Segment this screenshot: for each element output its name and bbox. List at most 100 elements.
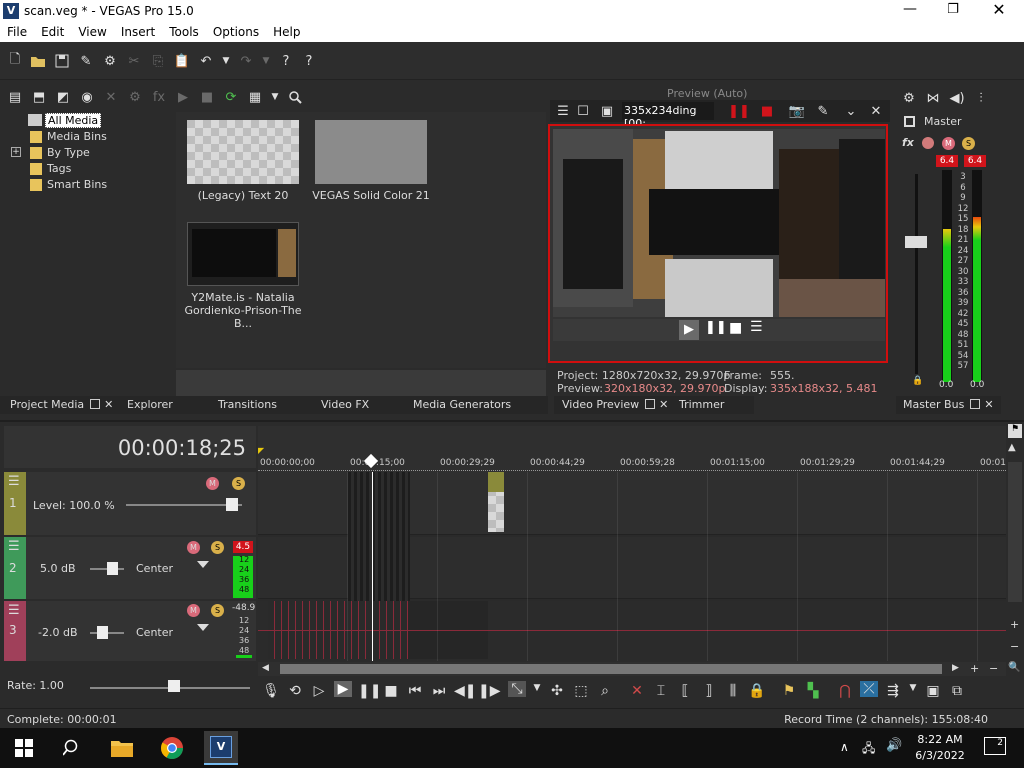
track-menu-icon[interactable]: ☰ [8,474,20,489]
marker-icon[interactable]: ◤ [258,446,264,455]
volume-slider-handle[interactable] [107,562,118,575]
solo-icon[interactable]: S [211,541,224,554]
track-pan[interactable]: Center [136,626,173,639]
chevron-down-icon[interactable]: ⌄ [842,102,860,120]
paste-icon[interactable]: 📋 [173,52,191,70]
menu-options[interactable]: Options [206,22,266,39]
close-window-button[interactable]: ✕ [989,0,1009,20]
undo-icon[interactable]: ↶ [197,52,215,70]
tree-item-by-type[interactable]: By Type [47,146,90,159]
pause-red-icon[interactable]: ❚❚ [728,102,750,120]
gear-icon[interactable]: ⚙ [900,89,918,107]
expand-icon[interactable]: + [11,147,21,157]
normal-edit-tool-icon[interactable]: ⤡ [508,681,526,697]
preview-quality[interactable]: Preview (Auto) [667,87,747,100]
trim-end-icon[interactable]: ⟧ [700,683,718,699]
whats-this-help-icon[interactable]: ? [300,52,318,70]
trim-icon[interactable]: ⌶ [652,683,670,699]
remove-media-icon[interactable]: ✕ [102,88,120,106]
preview-menu-icon[interactable]: ☰ [750,319,763,335]
undo-dropdown-icon[interactable]: ▼ [217,52,235,70]
zoom-in-icon[interactable]: + [970,662,979,675]
show-hidden-icons-icon[interactable]: ∧ [840,740,849,754]
properties-gear-icon[interactable]: ⚙ [101,52,119,70]
loop-playback-icon[interactable]: ⟲ [286,683,304,699]
play-from-start-icon[interactable]: ▷ [310,683,328,699]
track-volume[interactable]: -2.0 dB [38,626,78,639]
save-icon[interactable] [53,52,71,70]
undock-icon[interactable] [90,399,101,409]
pan-indicator-icon[interactable] [197,624,209,631]
mute-icon[interactable]: M [206,477,219,490]
zoom-tool-icon[interactable]: 🔍 [1008,662,1020,673]
play-preview-button[interactable]: ▶ [679,320,699,340]
position-field[interactable]: 335x234ding [00: [622,102,714,130]
auto-crossfade-icon[interactable]: ⤫ [860,681,878,697]
scroll-right-icon[interactable]: ▶ [952,663,959,673]
media-thumbnail-legacy-text[interactable] [187,120,299,184]
get-web-media-icon[interactable]: ◉ [78,88,96,106]
windows-start-icon[interactable] [10,734,38,762]
copy-icon[interactable]: ⎘ [149,52,167,70]
lock-icon[interactable]: 🔒 [748,683,766,699]
rate-slider-handle[interactable] [168,680,180,692]
tree-item-tags[interactable]: Tags [47,162,71,175]
ripple-dropdown-icon[interactable]: ▼ [904,683,922,693]
preview-fx-icon[interactable]: ▣ [598,102,616,120]
solo-icon[interactable]: S [232,477,245,490]
tab-media-generators[interactable]: Media Generators [413,398,511,411]
lock-icon[interactable]: 🔒 [912,376,923,386]
speaker-icon[interactable]: ◀) [948,89,966,107]
network-icon[interactable]: 🖧 [862,739,875,760]
notifications-icon[interactable]: 2 [984,737,1006,755]
get-media-icon[interactable]: ◩ [54,88,72,106]
master-fader-handle[interactable] [905,236,927,248]
previous-frame-icon[interactable]: ◀❚ [454,683,477,699]
tree-item-media-bins[interactable]: Media Bins [47,130,107,143]
open-folder-icon[interactable] [29,52,47,70]
pause-icon[interactable]: ❚❚ [358,683,381,699]
file-explorer-icon[interactable] [108,734,136,762]
peak-left[interactable]: 6.4 [936,155,958,167]
media-properties-icon[interactable]: ⚙ [126,88,144,106]
undock-icon[interactable] [970,399,981,409]
media-thumbnail-video[interactable] [187,222,299,286]
close-icon[interactable]: ✕ [984,398,993,411]
zoom-in-vertical-icon[interactable]: + [1010,618,1019,631]
stop-red-icon[interactable]: ■ [758,102,776,120]
media-scroll-area[interactable] [176,370,546,396]
pause-preview-button[interactable]: ❚❚ [705,320,727,335]
track-menu-icon[interactable]: ☰ [8,539,20,554]
redo-icon[interactable]: ↷ [237,52,255,70]
tab-project-media[interactable]: Project Media ✕ [10,398,113,411]
marker-flag-icon[interactable]: ⚑ [1008,424,1022,438]
track-volume[interactable]: 5.0 dB [40,562,76,575]
solo-icon[interactable]: S [962,137,975,150]
zoom-edit-tool-icon[interactable]: ⌕ [596,683,614,699]
trim-start-icon[interactable]: ⟦ [676,683,694,699]
close-icon[interactable]: ✕ [104,398,113,411]
track-pan[interactable]: Center [136,562,173,575]
insert-marker-icon[interactable]: ⚑ [780,683,798,699]
envelope-tool-icon[interactable]: ✣ [548,683,566,699]
snapshot-camera-icon[interactable]: 📷 [788,102,806,120]
level-slider-handle[interactable] [226,498,238,511]
menu-tools[interactable]: Tools [162,22,206,39]
render-as-icon[interactable]: ✎ [77,52,95,70]
automation-icon[interactable] [922,137,934,149]
vertical-scrollbar[interactable] [1008,462,1022,602]
timecode-display[interactable]: 00:00:18;25 [118,436,246,460]
menu-view[interactable]: View [71,22,113,39]
zoom-out-vertical-icon[interactable]: − [1010,640,1019,653]
stop-preview-button[interactable]: ■ [729,320,742,336]
tab-trimmer[interactable]: Trimmer [679,398,724,411]
downmix-icon[interactable]: ⋈ [924,89,942,107]
volume-icon[interactable]: 🔊 [886,738,902,753]
views-icon[interactable]: ▦ [246,88,264,106]
master-checkbox[interactable] [904,116,915,127]
minimize-button[interactable]: — [900,1,920,21]
lock-envelopes-icon[interactable]: ▣ [924,683,942,699]
menu-edit[interactable]: Edit [34,22,71,39]
level-slider[interactable] [126,504,242,506]
selection-tool-icon[interactable]: ⬚ [572,683,590,699]
